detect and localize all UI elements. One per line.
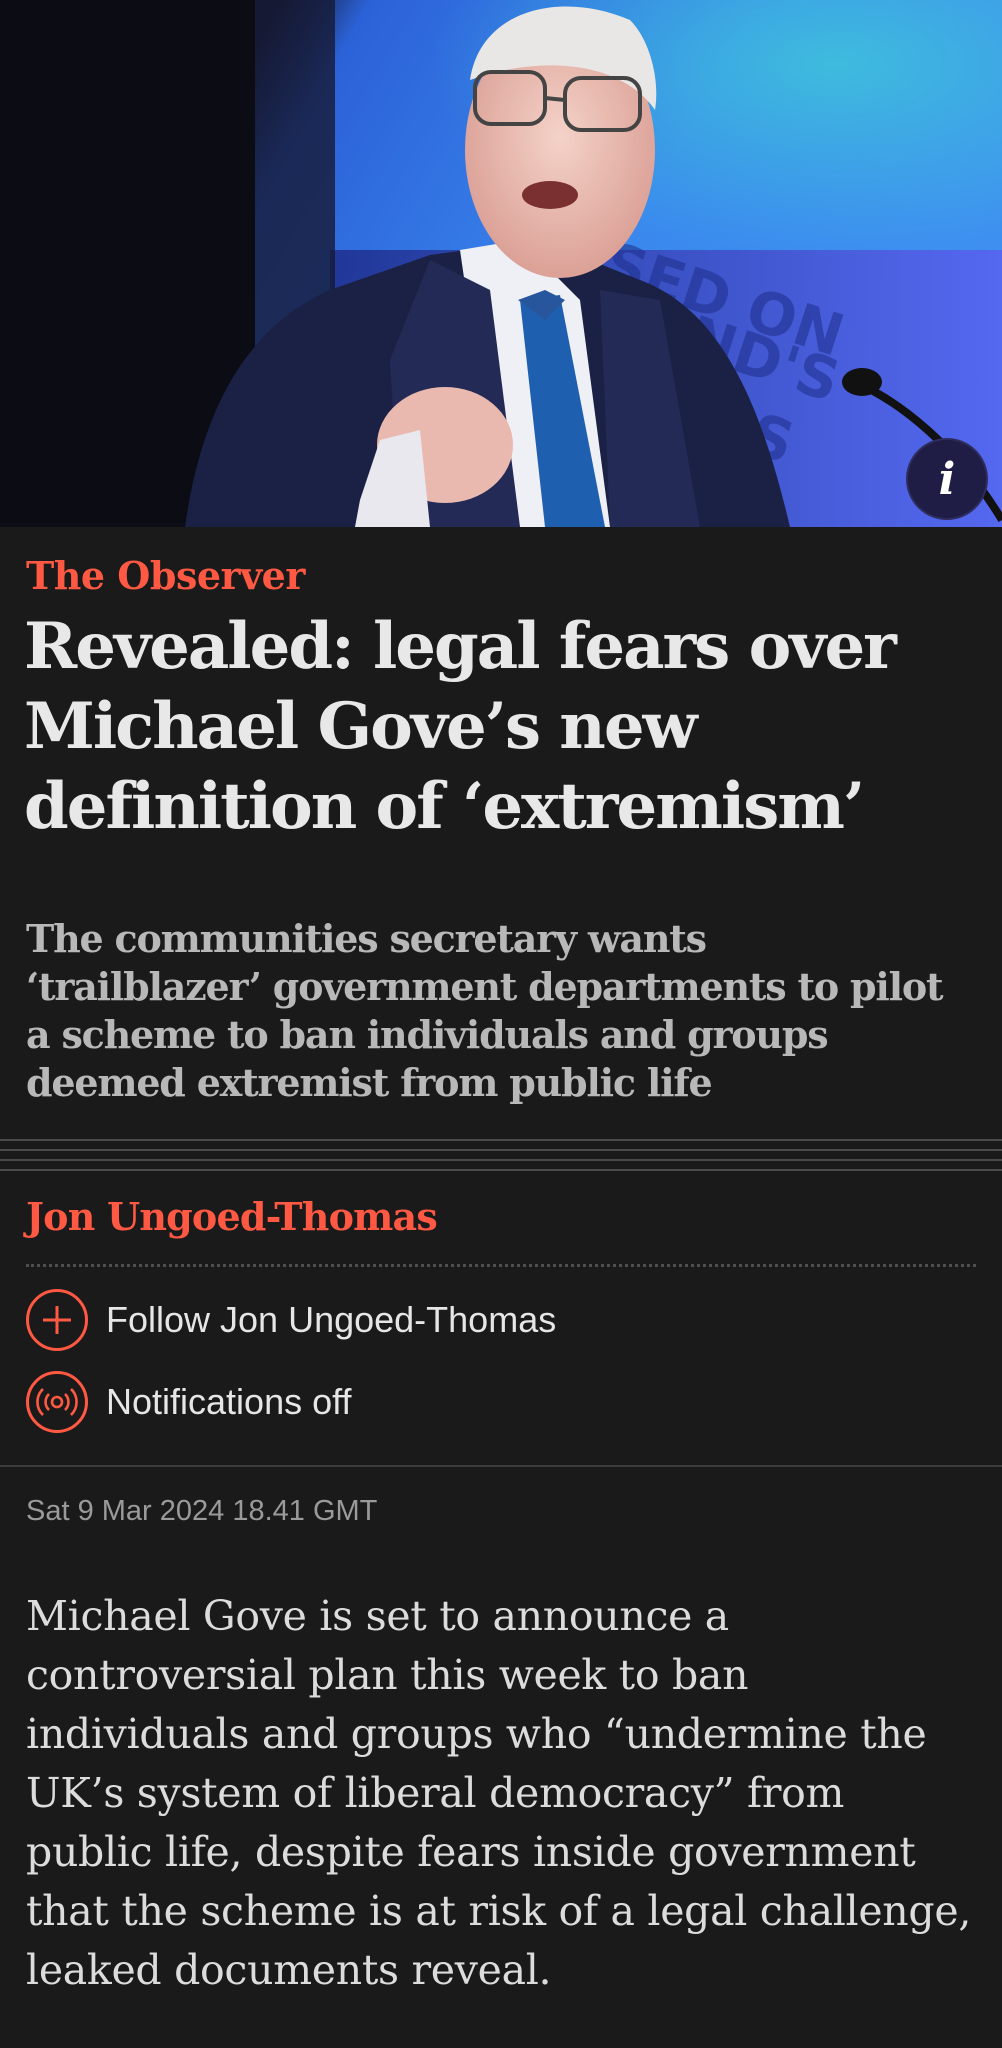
divider — [0, 1159, 1002, 1161]
divider — [0, 1169, 1002, 1171]
body-line: leaked documents reveal. — [26, 1946, 552, 1994]
notifications-button[interactable]: Notifications off — [26, 1371, 351, 1433]
body-line: public life, despite fears inside govern… — [26, 1828, 916, 1876]
divider — [0, 1465, 1002, 1467]
body-line: individuals and groups who “undermine th… — [26, 1710, 927, 1758]
headline-line: Michael Gove’s new — [24, 689, 698, 764]
plus-circle-icon — [26, 1289, 88, 1351]
standfirst-line: The communities secretary wants — [26, 916, 707, 961]
standfirst-line: ‘trailblazer’ government departments to … — [26, 964, 944, 1009]
broadcast-icon — [26, 1371, 88, 1433]
body-line: controversial plan this week to ban — [26, 1651, 749, 1699]
body-line: Michael Gove is set to announce a — [26, 1592, 729, 1640]
dotted-divider — [26, 1264, 976, 1267]
hero-photo: SED ON AND'S TIES — [0, 0, 1002, 527]
divider — [0, 1149, 1002, 1151]
headline: Revealed: legal fears over Michael Gove’… — [24, 607, 964, 847]
standfirst: The communities secretary wants ‘trailbl… — [26, 915, 986, 1107]
follow-author-button[interactable]: Follow Jon Ungoed-Thomas — [26, 1289, 556, 1351]
notifications-label: Notifications off — [106, 1381, 352, 1422]
article-body: Michael Gove is set to announce a contro… — [26, 1587, 986, 2000]
headline-line: definition of ‘extremism’ — [24, 769, 865, 844]
body-line: that the scheme is at risk of a legal ch… — [26, 1887, 972, 1935]
info-button[interactable]: i — [906, 438, 988, 520]
headline-line: Revealed: legal fears over — [24, 609, 897, 684]
divider — [0, 1139, 1002, 1141]
body-line: UK’s system of liberal democracy” from — [26, 1769, 845, 1817]
hero-image: SED ON AND'S TIES i — [0, 0, 1002, 527]
info-icon: i — [938, 453, 956, 505]
author-byline[interactable]: Jon Ungoed-Thomas — [26, 1194, 438, 1239]
series-kicker[interactable]: The Observer — [26, 553, 305, 598]
follow-label: Follow Jon Ungoed-Thomas — [106, 1299, 557, 1340]
standfirst-line: a scheme to ban individuals and groups — [26, 1012, 829, 1057]
standfirst-line: deemed extremist from public life — [26, 1060, 713, 1105]
publish-date: Sat 9 Mar 2024 18.41 GMT — [26, 1495, 378, 1527]
